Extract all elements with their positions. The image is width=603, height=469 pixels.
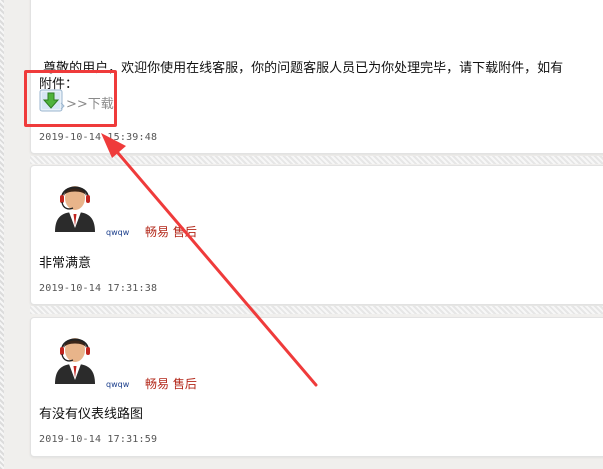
comment-text: 有没有仪表线路图 <box>39 407 144 422</box>
reply-message-text: .尊敬的用户，欢迎你使用在线客服，你的问题客服人员已为你处理完毕，请下载附件，如… <box>39 61 564 76</box>
support-reply-card: .尊敬的用户，欢迎你使用在线客服，你的问题客服人员已为你处理完毕，请下载附件，如… <box>30 0 603 154</box>
user-role: 畅易 售后 <box>145 225 197 239</box>
avatar <box>49 328 101 384</box>
download-label: >>下载 <box>66 97 114 112</box>
section-divider <box>30 306 603 314</box>
username[interactable]: qwqw <box>106 380 129 389</box>
comment-card: qwqw 畅易 售后 非常满意 2019-10-14 17:31:38 <box>30 165 603 305</box>
customer-service-avatar-icon <box>49 328 101 384</box>
username[interactable]: qwqw <box>106 228 129 237</box>
comment-text: 非常满意 <box>39 256 92 271</box>
comment-timestamp: 2019-10-14 17:31:59 <box>39 434 158 445</box>
download-attachment-link[interactable]: >>下载 <box>39 89 114 113</box>
reply-timestamp: 2019-10-14 15:39:48 <box>39 132 158 143</box>
comment-card: qwqw 畅易 售后 有没有仪表线路图 2019-10-14 17:31:59 <box>30 317 603 457</box>
comment-timestamp: 2019-10-14 17:31:38 <box>39 283 158 294</box>
download-icon <box>39 89 65 113</box>
left-border-stripe <box>0 0 4 469</box>
section-divider <box>30 156 603 164</box>
user-role: 畅易 售后 <box>145 377 197 391</box>
avatar <box>49 176 101 232</box>
customer-service-avatar-icon <box>49 176 101 232</box>
